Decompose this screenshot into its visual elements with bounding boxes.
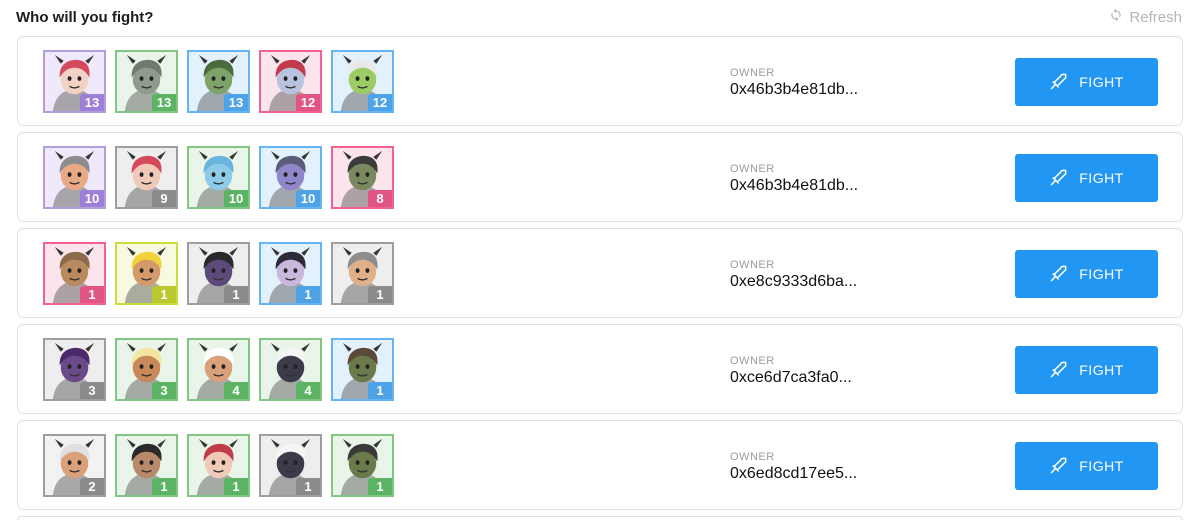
opponent-card: 1 1 1 1 1 OWNER 0xe8c9333d6ba... FIGHT [17, 228, 1183, 318]
refresh-icon [1109, 8, 1123, 26]
hero-card[interactable]: 13 [115, 50, 178, 113]
hero-card[interactable]: 9 [115, 146, 178, 209]
header: Who will you fight? Refresh [16, 8, 1182, 30]
hero-level-badge: 4 [224, 382, 248, 399]
hero-card[interactable]: 13 [43, 50, 106, 113]
sword-icon [1049, 71, 1069, 94]
hero-level-badge: 3 [152, 382, 176, 399]
team-heroes: 10 9 10 10 8 [43, 146, 394, 209]
page-title: Who will you fight? [16, 9, 154, 26]
hero-card[interactable]: 10 [259, 146, 322, 209]
owner-address: 0x46b3b4e81db... [730, 81, 859, 98]
owner-label: OWNER [730, 259, 775, 271]
team-heroes: 2 1 1 1 1 [43, 434, 394, 497]
hero-card[interactable]: 4 [259, 338, 322, 401]
hero-card[interactable]: 1 [259, 434, 322, 497]
hero-level-badge: 8 [368, 190, 392, 207]
fight-button[interactable]: FIGHT [1015, 346, 1158, 394]
hero-card[interactable]: 1 [115, 242, 178, 305]
fight-button[interactable]: FIGHT [1015, 154, 1158, 202]
hero-card[interactable]: 1 [331, 338, 394, 401]
hero-level-badge: 12 [368, 94, 392, 111]
owner-info: OWNER 0x46b3b4e81db... [730, 67, 858, 99]
opponent-list: 13 13 13 12 12 OWNER 0x46b3b4e81db... FIGHT 10 9 1… [17, 36, 1183, 520]
owner-address: 0xe8c9333d6ba... [730, 273, 858, 290]
hero-level-badge: 1 [296, 286, 320, 303]
team-heroes: 3 3 4 4 1 [43, 338, 394, 401]
hero-card[interactable]: 1 [187, 242, 250, 305]
owner-info: OWNER 0xce6d7ca3fa0... [730, 355, 852, 387]
hero-level-badge: 4 [296, 382, 320, 399]
owner-info: OWNER 0x6ed8cd17ee5... [730, 451, 857, 483]
fight-button[interactable]: FIGHT [1015, 442, 1158, 490]
hero-card[interactable]: 13 [187, 50, 250, 113]
sword-icon [1049, 359, 1069, 382]
hero-card[interactable]: 10 [43, 146, 106, 209]
hero-level-badge: 13 [80, 94, 104, 111]
owner-address: 0xce6d7ca3fa0... [730, 369, 852, 386]
owner-address: 0x6ed8cd17ee5... [730, 465, 858, 482]
team-heroes: 1 1 1 1 1 [43, 242, 394, 305]
owner-info: OWNER 0xe8c9333d6ba... [730, 259, 857, 291]
hero-level-badge: 13 [224, 94, 248, 111]
hero-card[interactable]: 10 [187, 146, 250, 209]
hero-level-badge: 10 [224, 190, 248, 207]
hero-card[interactable]: 4 [187, 338, 250, 401]
hero-level-badge: 3 [80, 382, 104, 399]
hero-card[interactable]: 2 [43, 434, 106, 497]
owner-address: 0x46b3b4e81db... [730, 177, 859, 194]
hero-level-badge: 1 [224, 478, 248, 495]
sword-icon [1049, 167, 1069, 190]
opponent-card: 3 3 4 4 1 OWNER 0xce6d7ca3fa0... FIGHT [17, 324, 1183, 414]
fight-button[interactable]: FIGHT [1015, 250, 1158, 298]
hero-card[interactable]: 12 [331, 50, 394, 113]
team-heroes: 13 13 13 12 12 [43, 50, 394, 113]
hero-card[interactable]: 12 [259, 50, 322, 113]
hero-card[interactable]: 1 [187, 434, 250, 497]
hero-level-badge: 10 [80, 190, 104, 207]
hero-card[interactable]: 1 [115, 434, 178, 497]
refresh-label: Refresh [1129, 8, 1182, 26]
owner-label: OWNER [730, 67, 775, 79]
owner-label: OWNER [730, 355, 775, 367]
hero-level-badge: 1 [368, 478, 392, 495]
opponent-card: 13 13 13 12 12 OWNER 0x46b3b4e81db... FIGHT [17, 36, 1183, 126]
hero-card[interactable]: 3 [115, 338, 178, 401]
hero-card[interactable]: 1 [331, 434, 394, 497]
owner-info: OWNER 0x46b3b4e81db... [730, 163, 858, 195]
sword-icon [1049, 455, 1069, 478]
fight-label: FIGHT [1079, 458, 1124, 474]
opponent-card: 2 1 1 1 1 OWNER 0x6ed8cd17ee5... FIGHT [17, 420, 1183, 510]
refresh-button[interactable]: Refresh [1109, 8, 1182, 26]
hero-level-badge: 1 [152, 478, 176, 495]
hero-level-badge: 1 [152, 286, 176, 303]
hero-level-badge: 9 [152, 190, 176, 207]
opponent-card: 10 9 10 10 8 OWNER 0x46b3b4e81db... FIGHT [17, 132, 1183, 222]
hero-card[interactable]: 1 [259, 242, 322, 305]
hero-level-badge: 1 [368, 382, 392, 399]
hero-level-badge: 10 [296, 190, 320, 207]
fight-label: FIGHT [1079, 170, 1124, 186]
owner-label: OWNER [730, 451, 775, 463]
hero-card[interactable]: 1 [43, 242, 106, 305]
hero-level-badge: 1 [224, 286, 248, 303]
fight-label: FIGHT [1079, 74, 1124, 90]
opponent-card-partial [17, 516, 1183, 520]
fight-button[interactable]: FIGHT [1015, 58, 1158, 106]
hero-level-badge: 1 [296, 478, 320, 495]
hero-card[interactable]: 3 [43, 338, 106, 401]
hero-card[interactable]: 1 [331, 242, 394, 305]
hero-level-badge: 13 [152, 94, 176, 111]
hero-card[interactable]: 8 [331, 146, 394, 209]
fight-label: FIGHT [1079, 266, 1124, 282]
hero-level-badge: 1 [80, 286, 104, 303]
owner-label: OWNER [730, 163, 775, 175]
hero-level-badge: 12 [296, 94, 320, 111]
sword-icon [1049, 263, 1069, 286]
hero-level-badge: 2 [80, 478, 104, 495]
fight-label: FIGHT [1079, 362, 1124, 378]
hero-level-badge: 1 [368, 286, 392, 303]
